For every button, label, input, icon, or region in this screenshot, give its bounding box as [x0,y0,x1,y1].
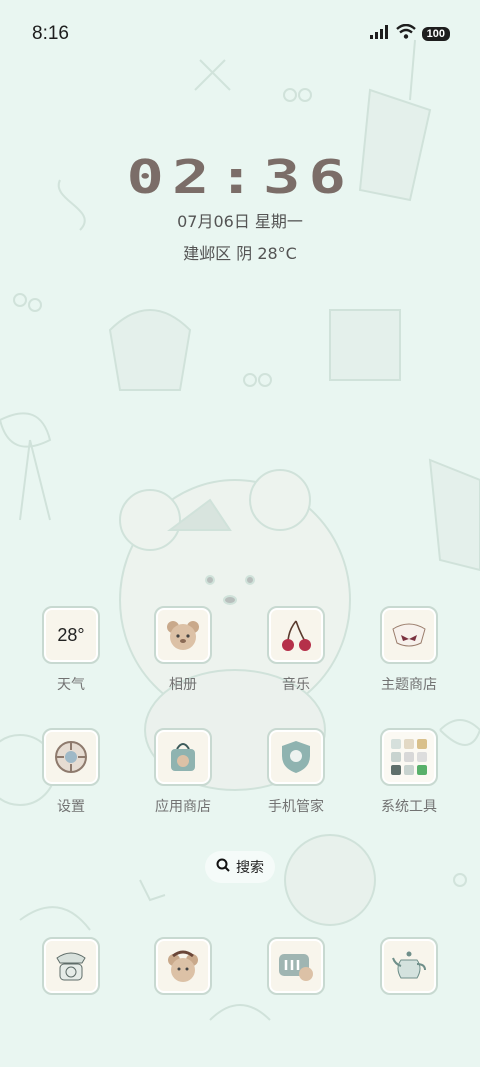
chat-icon [267,937,325,995]
bear-photo-icon [154,606,212,664]
telephone-icon [42,937,100,995]
dock-phone[interactable] [26,937,116,995]
weather-temp: 28° [57,624,85,645]
app-label: 系统工具 [381,799,437,815]
shield-icon [267,728,325,786]
app-label: 应用商店 [155,799,211,815]
search-icon [216,858,230,876]
folder-icon [380,728,438,786]
status-time: 8:16 [32,23,69,44]
app-label: 音乐 [282,677,310,693]
cherry-icon [267,606,325,664]
clock-widget[interactable]: 02:36 07月06日 星期一 建邺区 阴 28°C [0,150,480,264]
clock-weather: 建邺区 阴 28°C [183,244,297,263]
dock-chat[interactable] [251,937,341,995]
app-music[interactable]: 音乐 [251,606,341,694]
app-theme-store[interactable]: 主题商店 [364,606,454,694]
wifi-icon [395,23,416,43]
app-label: 主题商店 [381,677,437,693]
battery-icon: 100 [421,26,450,41]
app-weather[interactable]: 28° 天气 [26,606,116,694]
app-system-tools[interactable]: 系统工具 [364,728,454,816]
teapot-icon [380,937,438,995]
weather-icon: 28° [42,606,100,664]
app-label: 设置 [57,799,85,815]
gear-icon [42,728,100,786]
search-button[interactable]: 搜索 [205,851,275,883]
app-app-store[interactable]: 应用商店 [138,728,228,816]
status-bar: 8:16 100 [0,0,480,68]
signal-icon [369,24,390,43]
app-phone-manager[interactable]: 手机管家 [251,728,341,816]
bow-icon [380,606,438,664]
bear-message-icon [154,937,212,995]
app-label: 天气 [57,677,85,693]
dock-browser[interactable] [364,937,454,995]
bag-icon [154,728,212,786]
app-label: 手机管家 [268,799,324,815]
status-icons: 100 [369,23,450,43]
clock-time: 02:36 [126,150,354,204]
dock-messages[interactable] [138,937,228,995]
clock-date: 07月06日 星期一 [177,212,303,231]
app-label: 相册 [169,677,197,693]
app-gallery[interactable]: 相册 [138,606,228,694]
app-settings[interactable]: 设置 [26,728,116,816]
search-label: 搜索 [236,860,264,876]
